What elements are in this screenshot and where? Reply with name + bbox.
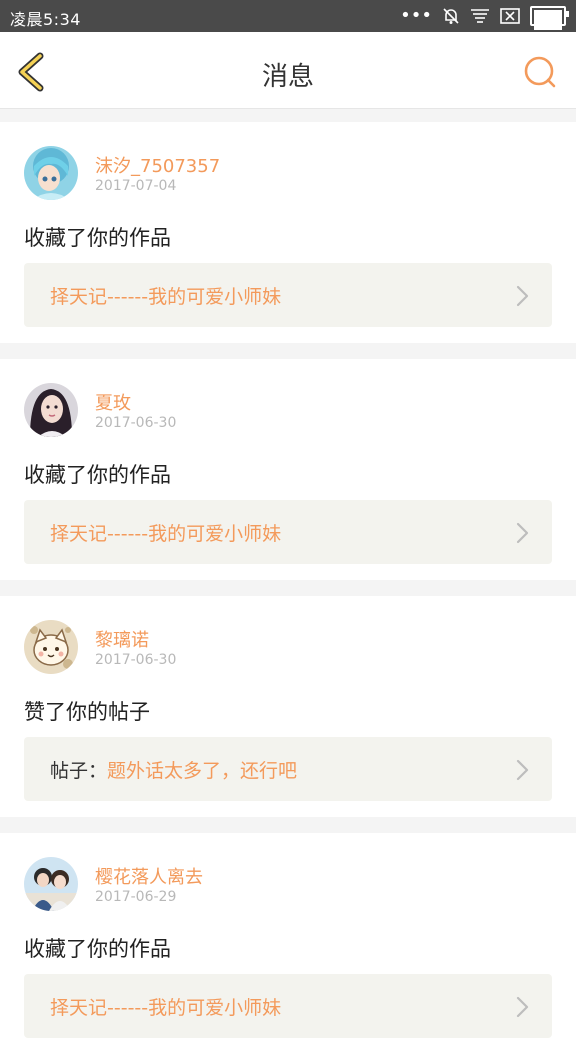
status-time: 凌晨5:34: [10, 10, 81, 29]
reference-text: 择天记------我的可爱小师妹: [50, 993, 281, 1020]
reference-link[interactable]: 帖子：题外话太多了，还行吧: [24, 737, 552, 801]
action-text: 赞了你的帖子: [24, 700, 150, 724]
message-card: 樱花落人离去 2017-06-29 收藏了你的作品 择天记------我的可爱小…: [0, 833, 576, 1054]
reference-title: 题外话太多了，还行吧: [107, 760, 298, 782]
user-name[interactable]: 沫汐_7507357: [95, 152, 220, 178]
message-card: 黎璃诺 2017-06-30 赞了你的帖子 帖子：题外话太多了，还行吧: [0, 596, 576, 817]
user-name[interactable]: 樱花落人离去: [95, 863, 203, 889]
reference-text: 择天记------我的可爱小师妹: [50, 282, 281, 309]
reference-text: 择天记------我的可爱小师妹: [50, 519, 281, 546]
reference-link[interactable]: 择天记------我的可爱小师妹: [24, 263, 552, 327]
status-icons: •••: [400, 5, 569, 30]
close-box-icon: [500, 6, 520, 26]
chevron-right-icon: [516, 996, 529, 1018]
anime-girl-avatar[interactable]: [24, 146, 78, 200]
page-title: 消息: [261, 62, 314, 92]
cartoon-cat-avatar[interactable]: [24, 620, 78, 674]
reference-title: 择天记------我的可爱小师妹: [50, 523, 282, 545]
bell-off-icon: [442, 6, 460, 26]
message-date: 2017-06-29: [95, 889, 177, 905]
reference-title: 择天记------我的可爱小师妹: [50, 997, 282, 1019]
reference-title: 择天记------我的可爱小师妹: [50, 286, 282, 308]
search-icon[interactable]: [522, 54, 558, 90]
user-name[interactable]: 夏玫: [95, 389, 131, 415]
message-date: 2017-06-30: [95, 415, 177, 431]
header: 消息: [0, 32, 576, 109]
status-bar: 凌晨5:34 •••: [0, 0, 576, 32]
action-text: 收藏了你的作品: [24, 226, 171, 250]
reference-link[interactable]: 择天记------我的可爱小师妹: [24, 974, 552, 1038]
action-text: 收藏了你的作品: [24, 937, 171, 961]
portrait-avatar[interactable]: [24, 383, 78, 437]
battery-icon: [530, 6, 569, 30]
couple-avatar[interactable]: [24, 857, 78, 911]
user-name[interactable]: 黎璃诺: [95, 626, 149, 652]
more-dots-icon: •••: [400, 5, 432, 26]
message-card: 夏玫 2017-06-30 收藏了你的作品 择天记------我的可爱小师妹: [0, 359, 576, 580]
reference-text: 帖子：题外话太多了，还行吧: [50, 756, 297, 783]
chevron-right-icon: [516, 759, 529, 781]
reference-prefix: 帖子：: [50, 760, 108, 782]
message-card: 沫汐_7507357 2017-07-04 收藏了你的作品 择天记------我…: [0, 122, 576, 343]
message-date: 2017-06-30: [95, 652, 177, 668]
notification-lines-icon: [470, 6, 490, 26]
message-date: 2017-07-04: [95, 178, 177, 194]
action-text: 收藏了你的作品: [24, 463, 171, 487]
chevron-right-icon: [516, 285, 529, 307]
chevron-right-icon: [516, 522, 529, 544]
reference-link[interactable]: 择天记------我的可爱小师妹: [24, 500, 552, 564]
